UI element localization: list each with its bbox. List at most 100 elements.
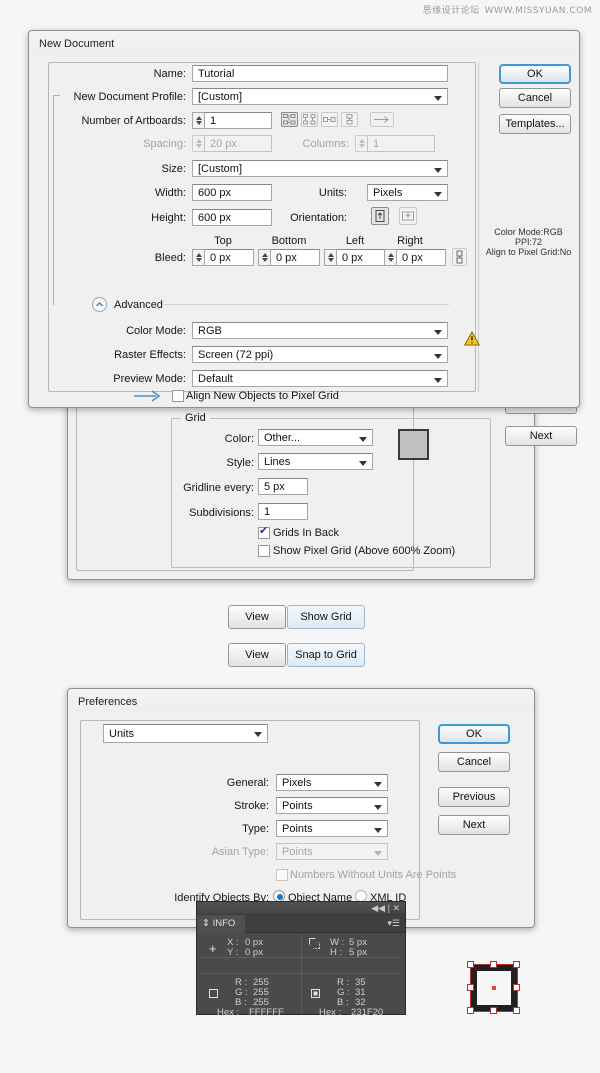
bleed-bottom-label: Bottom	[271, 235, 307, 247]
type-units-select[interactable]: Points	[276, 820, 388, 837]
size-select[interactable]: [Custom]	[192, 160, 448, 177]
subdivisions-input[interactable]: 1	[258, 503, 308, 520]
raster-effects-select[interactable]: Screen (72 ppi)	[192, 346, 448, 363]
grids-in-back-checkbox[interactable]	[258, 525, 270, 539]
units-select[interactable]: Pixels	[367, 184, 448, 201]
view-menu-button-1[interactable]: View	[228, 605, 286, 629]
handle-bottom-center[interactable]	[490, 1007, 497, 1014]
bleed-top-label: Top	[214, 235, 232, 247]
gridline-every-input[interactable]: 5 px	[258, 478, 308, 495]
handle-bottom-left[interactable]	[467, 1007, 474, 1014]
width-input[interactable]: 600 px	[192, 184, 272, 201]
new-document-ok-button[interactable]: OK	[499, 64, 571, 84]
y-label: Y :	[227, 947, 239, 958]
spacing-stepper	[192, 135, 204, 152]
handle-bottom-right[interactable]	[513, 1007, 520, 1014]
orientation-portrait-icon[interactable]	[371, 207, 389, 225]
info-panel-tabbar: ⇕ INFO ▾☰	[197, 915, 405, 933]
bleed-right-stepper[interactable]	[384, 249, 396, 266]
artboard-layout-row-icon[interactable]	[321, 112, 338, 127]
handle-top-left[interactable]	[467, 961, 474, 968]
view-menu-button-2[interactable]: View	[228, 643, 286, 667]
orientation-landscape-icon[interactable]	[399, 207, 417, 225]
show-grid-menu-item[interactable]: Show Grid	[287, 605, 365, 629]
subdivisions-label: Subdivisions:	[189, 507, 254, 519]
bleed-right-label: Right	[397, 235, 423, 247]
advanced-divider	[164, 304, 449, 305]
warning-icon	[464, 331, 480, 346]
raster-effects-label: Raster Effects:	[114, 349, 186, 361]
new-document-templates-button[interactable]: Templates...	[499, 114, 571, 134]
align-pixel-grid-checkbox[interactable]	[172, 390, 184, 402]
advanced-label: Advanced	[114, 299, 163, 311]
artboards-stepper[interactable]	[192, 112, 204, 129]
bleed-left-input[interactable]: 0 px	[336, 249, 386, 266]
size-label: Size:	[161, 163, 186, 175]
bleed-link-icon[interactable]	[452, 248, 467, 266]
grid-style-select[interactable]: Lines	[258, 453, 373, 470]
info-panel-window-controls[interactable]: ◀◀ | ✕	[371, 903, 400, 914]
info-panel-body: + X : 0 px Y : 0 px W : 5 px H : 5 px R …	[197, 933, 405, 1018]
info-panel: ◀◀ | ✕ ⇕ INFO ▾☰ + X : 0 px Y : 0 px W :…	[196, 901, 406, 1018]
artboard-layout-column-icon[interactable]	[341, 112, 358, 127]
preferences-previous-button[interactable]: Previous	[438, 787, 510, 807]
watermark: 思缘设计论坛 WWW.MISSYUAN.COM	[423, 3, 592, 16]
width-label: Width:	[154, 187, 186, 199]
numbers-without-units-checkbox	[276, 869, 288, 881]
general-units-select[interactable]: Pixels	[276, 774, 388, 791]
info-column-divider	[301, 935, 302, 1013]
grid-color-select[interactable]: Other...	[258, 429, 373, 446]
grid-preferences-window: Grid Color: Other... Style: Lines Gridli…	[67, 394, 577, 580]
preferences-next-button[interactable]: Next	[438, 815, 510, 835]
fill-hex-label: Hex :	[217, 1007, 240, 1018]
handle-middle-left[interactable]	[467, 984, 474, 991]
name-label: Name:	[153, 68, 186, 80]
height-input[interactable]: 600 px	[192, 209, 272, 226]
artboard-layout-grid-cols-icon[interactable]	[301, 112, 318, 127]
grids-in-back-label: Grids In Back	[273, 527, 340, 539]
bleed-bottom-input[interactable]: 0 px	[270, 249, 320, 266]
gridline-every-label: Gridline every:	[183, 482, 254, 494]
preview-mode-select[interactable]: Default	[192, 370, 448, 387]
artboards-input[interactable]: 1	[204, 112, 272, 129]
bleed-top-stepper[interactable]	[192, 249, 204, 266]
tab-info[interactable]: ⇕ INFO	[197, 915, 246, 933]
preferences-section-select[interactable]: Units	[103, 724, 268, 743]
profile-select[interactable]: [Custom]	[192, 88, 448, 105]
position-crosshair-icon: +	[209, 941, 217, 956]
align-pixel-grid-label: Align New Objects to Pixel Grid	[186, 390, 339, 402]
advanced-toggle[interactable]	[92, 297, 107, 312]
h-label: H :	[330, 947, 343, 958]
spacing-input: 20 px	[204, 135, 272, 152]
preview-mode-label: Preview Mode:	[113, 373, 186, 385]
bleed-top-input[interactable]: 0 px	[204, 249, 254, 266]
info-panel-menu-icon[interactable]: ▾☰	[387, 918, 400, 929]
handle-middle-right[interactable]	[513, 984, 520, 991]
profile-bracket	[53, 95, 60, 305]
menu-hint-snap-to-grid: View Snap to Grid	[228, 643, 365, 667]
grid-next-button[interactable]: Next	[505, 426, 577, 446]
grid-color-label: Color:	[224, 433, 254, 445]
color-mode-select[interactable]: RGB	[192, 322, 448, 339]
watermark-url: WWW.MISSYUAN.COM	[484, 6, 592, 16]
name-input[interactable]: Tutorial	[192, 65, 448, 82]
asian-type-units-select: Points	[276, 843, 388, 860]
fill-hex-value: FFFFFF	[249, 1007, 284, 1018]
artboard-layout-grid-rows-icon[interactable]	[281, 112, 298, 127]
color-mode-label: Color Mode:	[126, 325, 186, 337]
orientation-label: Orientation:	[290, 212, 347, 224]
handle-top-center[interactable]	[490, 961, 497, 968]
handle-top-right[interactable]	[513, 961, 520, 968]
stroke-units-select[interactable]: Points	[276, 797, 388, 814]
bleed-right-input[interactable]: 0 px	[396, 249, 446, 266]
preferences-ok-button[interactable]: OK	[438, 724, 510, 744]
snap-to-grid-menu-item[interactable]: Snap to Grid	[287, 643, 365, 667]
preferences-cancel-button[interactable]: Cancel	[438, 752, 510, 772]
bleed-bottom-stepper[interactable]	[258, 249, 270, 266]
fill-swatch-icon	[209, 989, 218, 1001]
new-document-cancel-button[interactable]: Cancel	[499, 88, 571, 108]
bleed-left-stepper[interactable]	[324, 249, 336, 266]
show-pixel-grid-checkbox[interactable]	[258, 545, 270, 557]
grid-color-swatch[interactable]	[398, 429, 429, 460]
artboard-flow-direction-icon[interactable]	[370, 112, 394, 127]
